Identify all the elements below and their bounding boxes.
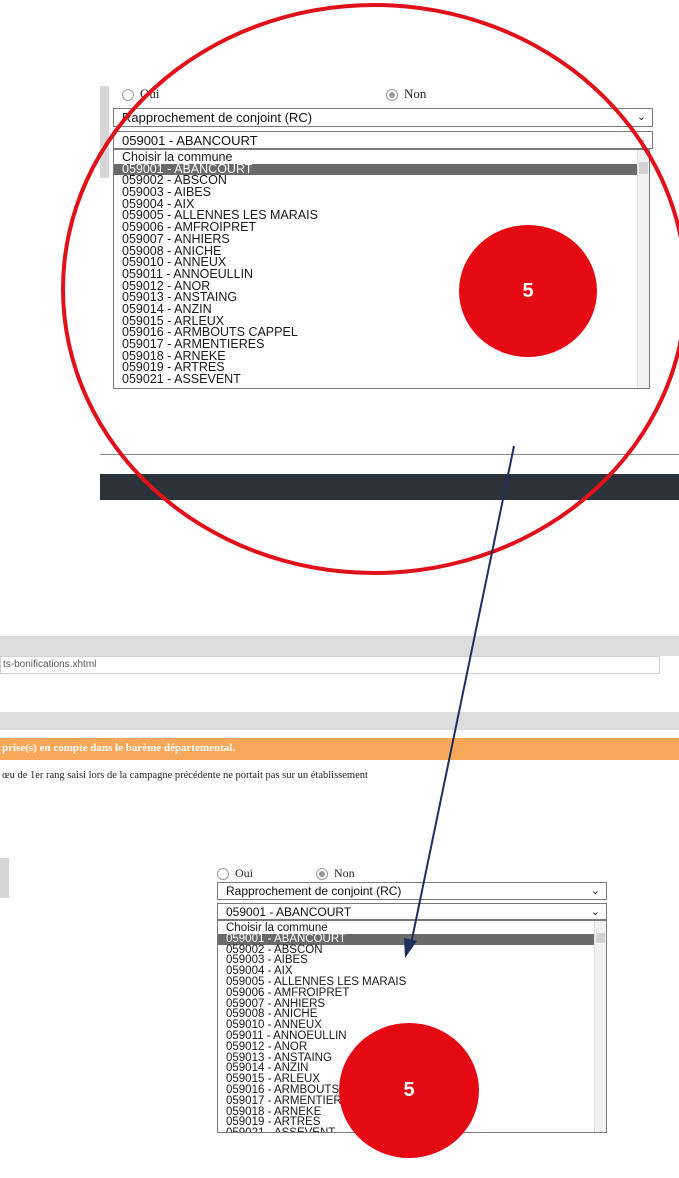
arrow-line bbox=[410, 445, 515, 945]
arrow-head bbox=[404, 938, 417, 958]
connector-arrow bbox=[404, 445, 515, 958]
